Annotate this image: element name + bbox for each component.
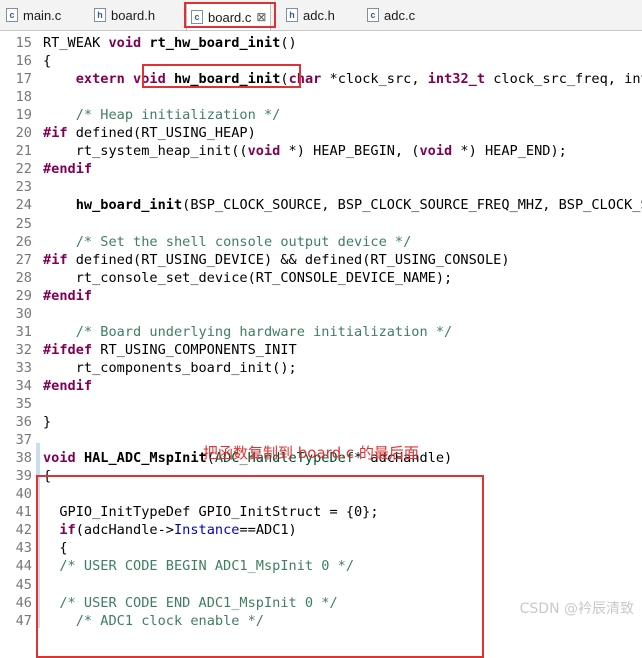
line-number: 15 — [15, 35, 32, 51]
tab-label: adc.h — [303, 7, 335, 23]
line-number: 40 — [15, 486, 32, 503]
code-text: #ifdef RT_USING_COMPONENTS_INIT — [43, 341, 297, 358]
line-number: 35 — [15, 396, 32, 412]
code-line[interactable]: 36} — [0, 413, 642, 431]
code-text: #endif — [43, 377, 93, 394]
tab-adc-c[interactable]: c adc.c — [367, 4, 415, 26]
line-number: 25 — [15, 215, 32, 232]
tab-board-c[interactable]: c board.c ⊠ — [186, 3, 272, 30]
close-icon[interactable]: ⊠ — [256, 10, 266, 24]
code-line[interactable]: 22 #endif — [0, 160, 642, 178]
function-highlight-box — [142, 64, 301, 88]
code-text: #endif — [43, 287, 93, 304]
code-text: #if defined(RT_USING_DEVICE) && defined(… — [43, 251, 510, 268]
editor-tab-bar: c main.c h board.h c board.c ⊠ h adc.h c… — [0, 0, 642, 31]
c-file-icon: c — [191, 10, 203, 24]
line-number: 39 — [15, 468, 32, 485]
code-text: RT_WEAK void rt_hw_board_init() — [43, 35, 297, 51]
line-number: 42 — [15, 522, 32, 539]
code-text: rt_console_set_device(RT_CONSOLE_DEVICE_… — [43, 269, 453, 286]
tab-adc-h[interactable]: h adc.h — [286, 4, 335, 26]
line-number: 16 — [15, 53, 32, 70]
code-text: /* Heap initialization */ — [75, 107, 281, 124]
line-number: 41 — [15, 504, 32, 521]
code-line[interactable]: 29 #endif — [0, 287, 642, 305]
line-number: 33 — [15, 359, 32, 376]
code-text: extern void hw_board_init(char *clock_sr… — [75, 71, 642, 88]
h-file-icon: h — [286, 8, 298, 22]
c-file-icon: c — [367, 8, 379, 22]
code-line[interactable]: 18 — [0, 88, 642, 106]
code-text: hw_board_init(BSP_CLOCK_SOURCE, BSP_CLOC… — [75, 197, 642, 214]
tab-label: adc.c — [384, 7, 416, 23]
code-text: /* Set the shell console output device *… — [75, 233, 412, 250]
code-line[interactable]: 34 #endif — [0, 377, 642, 395]
watermark: CSDN @衿辰清致 — [519, 601, 634, 617]
line-number: 37 — [15, 432, 32, 449]
tab-label: board.c — [208, 9, 252, 25]
line-number: 47 — [15, 612, 32, 629]
code-line[interactable]: 31 /* Board underlying hardware initiali… — [0, 323, 642, 341]
line-number: 36 — [15, 414, 32, 431]
c-file-icon: c — [6, 8, 18, 22]
tab-board-h[interactable]: h board.h — [94, 4, 155, 26]
line-number: 30 — [15, 305, 32, 322]
line-number: 38 — [15, 450, 32, 467]
line-number: 45 — [15, 576, 32, 593]
code-line[interactable]: 33 rt_components_board_init(); — [0, 359, 642, 377]
line-number: 21 — [15, 143, 32, 160]
line-number: 22 — [15, 161, 32, 178]
line-number: 29 — [15, 287, 32, 304]
line-number: 44 — [15, 558, 32, 575]
line-number: 17 — [15, 71, 32, 88]
code-line[interactable]: 28 rt_console_set_device(RT_CONSOLE_DEVI… — [0, 269, 642, 287]
code-text: /* Board underlying hardware initializat… — [75, 323, 453, 340]
line-number: 34 — [15, 377, 32, 394]
code-line[interactable]: 17 extern void hw_board_init(char *clock… — [0, 70, 642, 88]
code-line[interactable]: 35 — [0, 395, 642, 413]
code-text: } — [43, 414, 52, 431]
code-line[interactable]: 16 { — [0, 52, 642, 70]
code-line[interactable]: 24 hw_board_init(BSP_CLOCK_SOURCE, BSP_C… — [0, 196, 642, 214]
line-number: 24 — [15, 197, 32, 214]
line-number: 23 — [15, 179, 32, 196]
line-number: 20 — [15, 125, 32, 142]
h-file-icon: h — [94, 8, 106, 22]
line-number: 18 — [15, 89, 32, 106]
line-number: 26 — [15, 233, 32, 250]
code-line[interactable]: 25 — [0, 215, 642, 233]
copied-block-highlight-box — [36, 475, 484, 658]
line-number: 28 — [15, 269, 32, 286]
code-text: #endif — [43, 161, 93, 178]
line-number: 31 — [15, 323, 32, 340]
code-line[interactable]: 21 rt_system_heap_init((void *) HEAP_BEG… — [0, 142, 642, 160]
code-line[interactable]: 20 #if defined(RT_USING_HEAP) — [0, 124, 642, 142]
tab-label: main.c — [23, 7, 62, 23]
tab-label: board.h — [111, 7, 156, 23]
code-text: rt_components_board_init(); — [43, 359, 297, 376]
code-line[interactable]: 27 #if defined(RT_USING_DEVICE) && define… — [0, 251, 642, 269]
code-editor[interactable]: 15 RT_WEAK void rt_hw_board_init() 16 {17 e… — [0, 31, 642, 658]
line-number: 19 — [15, 107, 32, 124]
code-line[interactable]: 23 — [0, 178, 642, 196]
line-number: 32 — [15, 341, 32, 358]
code-line[interactable]: 26 /* Set the shell console output devic… — [0, 233, 642, 251]
line-number: 27 — [15, 251, 32, 268]
line-number: 46 — [15, 594, 32, 611]
code-text: #if defined(RT_USING_HEAP) — [43, 125, 256, 142]
code-line[interactable]: 30 — [0, 305, 642, 323]
code-line[interactable]: 32 #ifdef RT_USING_COMPONENTS_INIT — [0, 341, 642, 359]
tab-main-c[interactable]: c main.c — [6, 4, 61, 26]
code-text: { — [43, 53, 52, 70]
annotation-note: 把函数复制到 board.c 的最后面 — [203, 444, 419, 462]
line-number: 43 — [15, 540, 32, 557]
code-line[interactable]: 19 /* Heap initialization */ — [0, 106, 642, 124]
code-text: rt_system_heap_init((void *) HEAP_BEGIN,… — [43, 143, 567, 160]
code-line[interactable]: 15 RT_WEAK void rt_hw_board_init() — [0, 34, 642, 52]
